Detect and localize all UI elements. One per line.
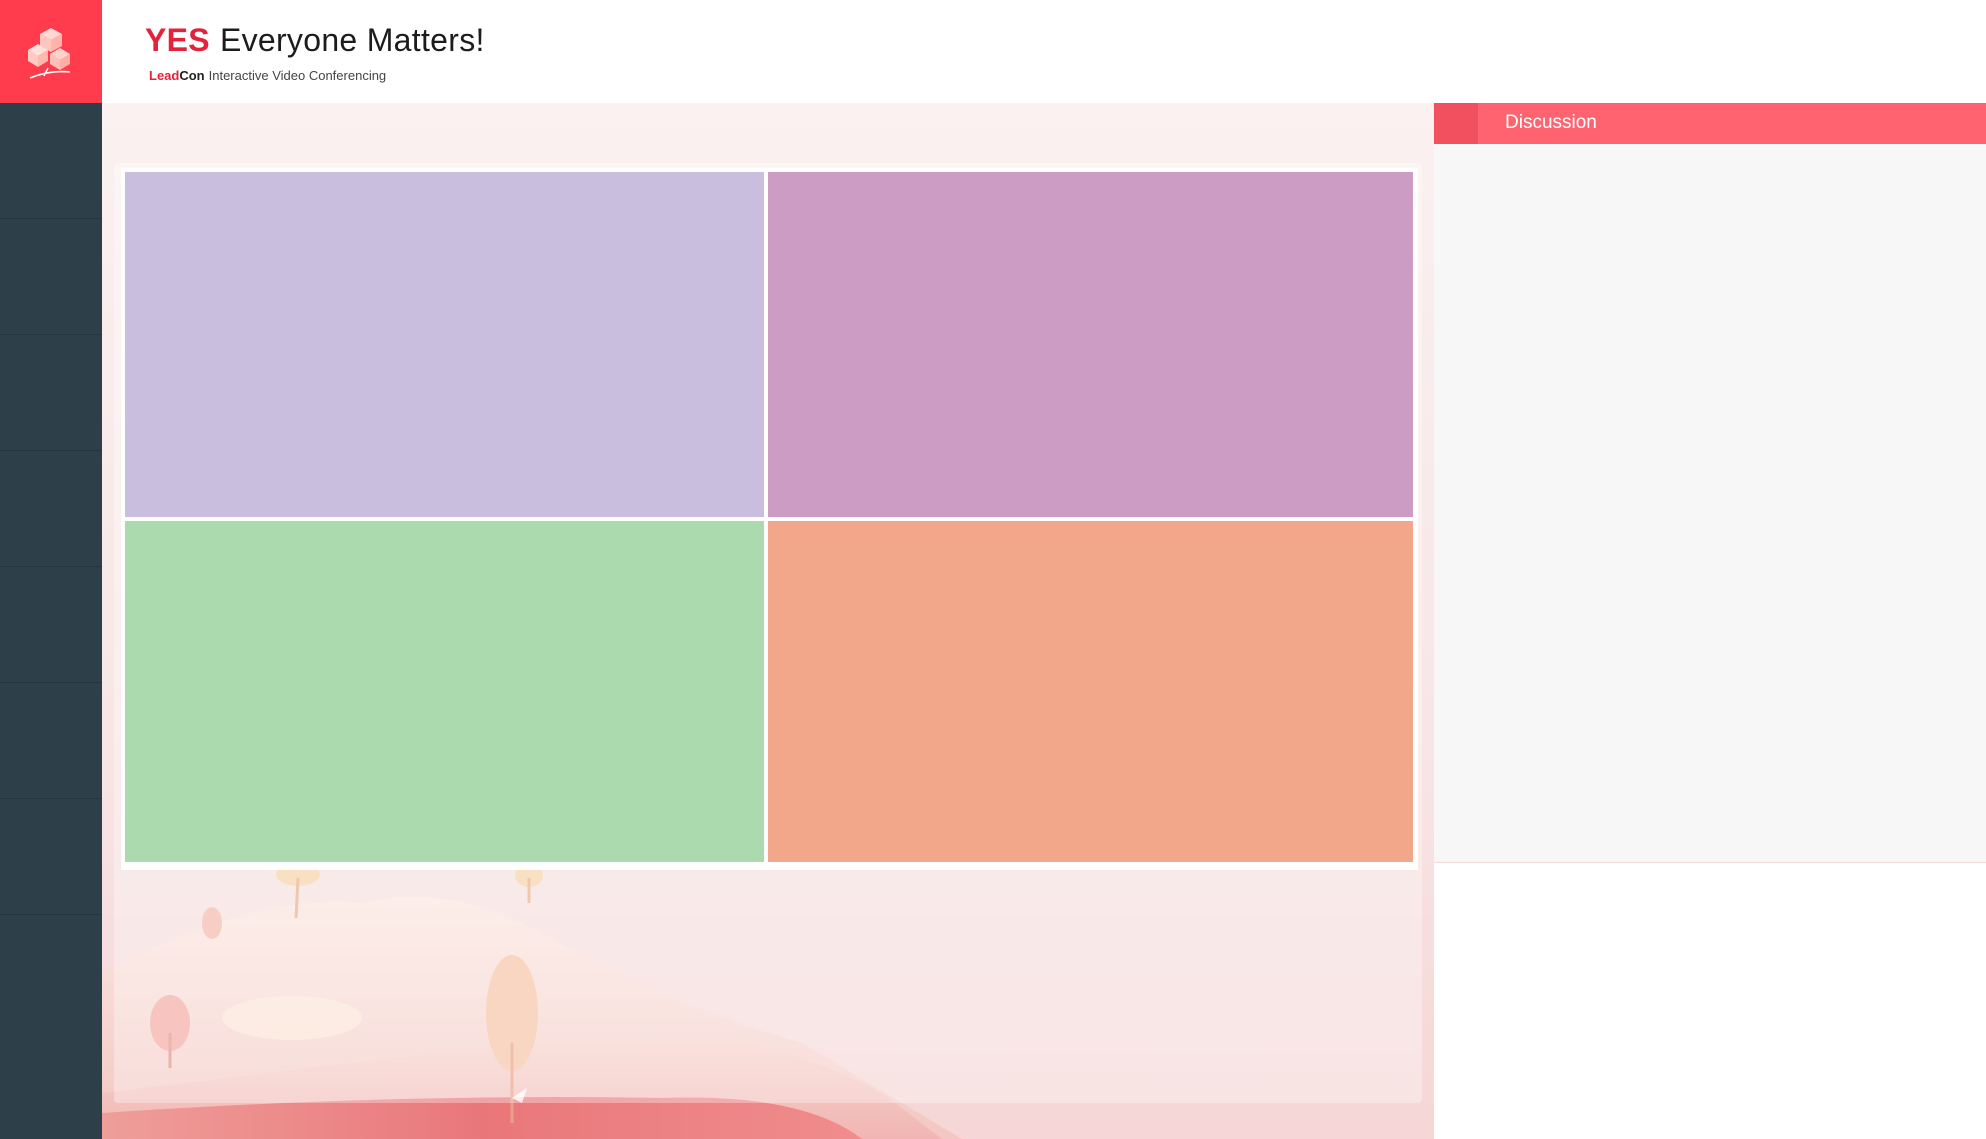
video-tile-2[interactable] (768, 172, 1413, 517)
title-text: Everyone Matters! (219, 22, 485, 58)
video-grid (121, 168, 1418, 870)
sidebar-item-8[interactable] (0, 915, 102, 1030)
brand-lead: Lead (149, 68, 180, 83)
sidebar (0, 103, 102, 1139)
sidebar-item-1[interactable] (0, 103, 102, 219)
sidebar-item-5[interactable] (0, 567, 102, 683)
sidebar-item-7[interactable] (0, 799, 102, 915)
sidebar-item-4[interactable] (0, 451, 102, 567)
brand-con: Con (179, 68, 205, 83)
discussion-title: Discussion (1505, 112, 1597, 133)
sidebar-item-3[interactable] (0, 335, 102, 451)
subtitle-text: Interactive Video Conferencing (208, 68, 387, 83)
sidebar-item-2[interactable] (0, 219, 102, 335)
page-subtitle: LeadCon Interactive Video Conferencing (149, 68, 386, 83)
video-tile-3[interactable] (125, 521, 764, 862)
app-window: YES Everyone Matters! LeadCon Interactive … (0, 0, 1986, 1139)
cubes-logo-icon (28, 28, 71, 79)
title-emphasis: YES (145, 22, 210, 58)
video-tile-1[interactable] (125, 172, 764, 517)
discussion-header[interactable]: Discussion (1434, 103, 1986, 144)
page-title: YES Everyone Matters! (145, 22, 485, 59)
discussion-panel: Discussion (1434, 103, 1986, 1139)
sidebar-item-6[interactable] (0, 683, 102, 799)
discussion-messages[interactable] (1434, 144, 1986, 863)
video-stage (102, 103, 1434, 1139)
video-tile-4[interactable] (768, 521, 1413, 862)
logo[interactable] (0, 0, 102, 103)
header: YES Everyone Matters! LeadCon Interactive … (0, 0, 1986, 103)
discussion-header-accent (1434, 103, 1478, 144)
